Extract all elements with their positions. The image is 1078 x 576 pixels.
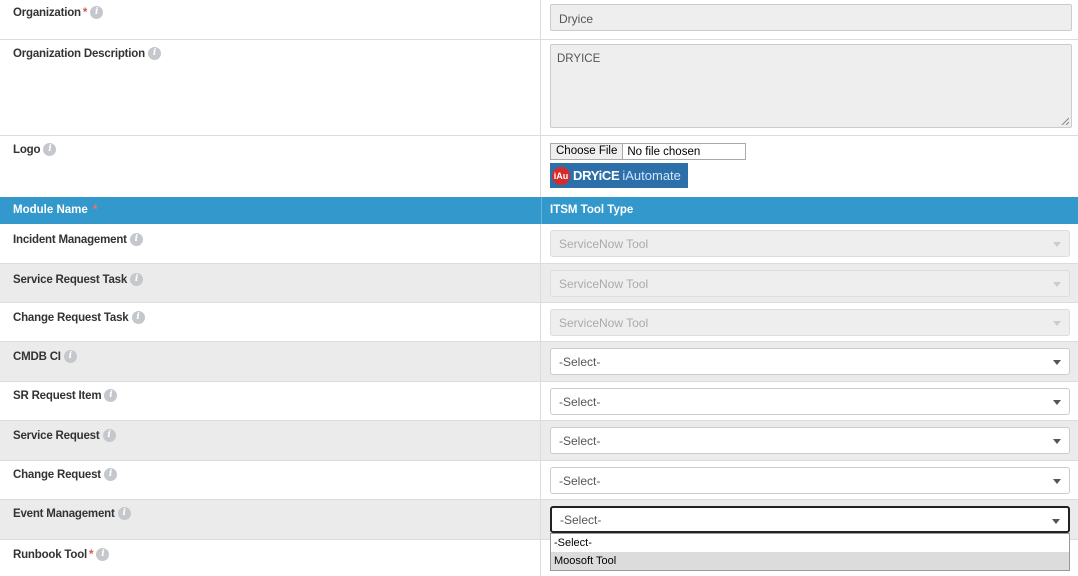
organization-description-label: Organization Description i bbox=[13, 47, 161, 60]
logo-row: Logo i Choose File No file chosen iAu DRY… bbox=[0, 136, 1078, 197]
info-icon[interactable]: i bbox=[131, 311, 145, 324]
itsm-tool-type-header: ITSM Tool Type bbox=[550, 204, 634, 216]
caret-down-icon bbox=[1053, 360, 1061, 365]
organization-label: Organization * i bbox=[13, 6, 104, 19]
caret-down-icon bbox=[1053, 439, 1061, 444]
header-divider bbox=[541, 197, 542, 224]
info-icon[interactable]: i bbox=[43, 143, 57, 156]
module-row-change-request: Change Request i -Select- bbox=[0, 461, 1078, 500]
event-management-dropdown-list: -Select- Moosoft Tool bbox=[550, 533, 1070, 571]
organization-row: Organization * i Dryice bbox=[0, 0, 1078, 40]
module-label: Change Request Task bbox=[13, 311, 129, 324]
organization-description-textarea[interactable]: DRYICE bbox=[550, 44, 1072, 128]
choose-file-button[interactable]: Choose File bbox=[551, 144, 624, 159]
file-status-text: No file chosen bbox=[627, 145, 701, 158]
info-icon[interactable]: i bbox=[63, 350, 77, 363]
caret-down-icon bbox=[1053, 242, 1061, 247]
module-label: Incident Management bbox=[13, 233, 127, 246]
caret-down-icon bbox=[1053, 321, 1061, 326]
sr-request-item-select[interactable]: -Select- bbox=[550, 388, 1070, 415]
module-name-header: Module Name * bbox=[13, 204, 98, 216]
incident-management-select: ServiceNow Tool bbox=[550, 230, 1070, 257]
module-label: Change Request bbox=[13, 468, 101, 481]
service-request-select[interactable]: -Select- bbox=[550, 427, 1070, 454]
caret-down-icon bbox=[1053, 479, 1061, 484]
module-label: SR Request Item bbox=[13, 389, 102, 402]
info-icon[interactable]: i bbox=[102, 429, 116, 442]
resize-grip-icon[interactable] bbox=[1061, 117, 1069, 125]
required-asterisk: * bbox=[82, 6, 88, 19]
change-request-select[interactable]: -Select- bbox=[550, 467, 1070, 494]
organization-input[interactable]: Dryice bbox=[550, 4, 1072, 31]
required-asterisk: * bbox=[89, 548, 94, 561]
module-row-cmdb-ci: CMDB CI i -Select- bbox=[0, 342, 1078, 382]
organization-description-row: Organization Description i DRYICE bbox=[0, 40, 1078, 136]
info-icon[interactable]: i bbox=[96, 548, 110, 561]
info-icon[interactable]: i bbox=[90, 6, 104, 19]
change-request-task-select: ServiceNow Tool bbox=[550, 309, 1070, 336]
logo-brand-text: DRYiCE bbox=[573, 168, 620, 183]
module-row-sr-request-item: SR Request Item i -Select- bbox=[0, 382, 1078, 421]
dropdown-option-moosoft-tool[interactable]: Moosoft Tool bbox=[551, 552, 1069, 570]
module-table-header: Module Name * ITSM Tool Type bbox=[0, 197, 1078, 224]
logo-file-input[interactable]: Choose File No file chosen bbox=[550, 143, 746, 160]
module-label: Service Request bbox=[13, 429, 100, 442]
organization-logo-image: iAu DRYiCE iAutomate bbox=[550, 163, 688, 188]
module-row-service-request: Service Request i -Select- bbox=[0, 421, 1078, 461]
module-row-change-request-task: Change Request Task i ServiceNow Tool bbox=[0, 303, 1078, 342]
info-icon[interactable]: i bbox=[117, 507, 131, 520]
caret-down-icon bbox=[1053, 400, 1061, 405]
event-management-select[interactable]: -Select- bbox=[550, 506, 1070, 533]
module-label: CMDB CI bbox=[13, 350, 61, 363]
module-label: Event Management bbox=[13, 507, 115, 520]
info-icon[interactable]: i bbox=[103, 468, 117, 481]
dropdown-option-select[interactable]: -Select- bbox=[551, 534, 1069, 552]
info-icon[interactable]: i bbox=[129, 233, 143, 246]
logo-label: Logo i bbox=[13, 143, 57, 156]
info-icon[interactable]: i bbox=[104, 389, 118, 402]
info-icon[interactable]: i bbox=[147, 47, 161, 60]
runbook-tool-label: Runbook Tool bbox=[13, 548, 88, 561]
caret-down-icon bbox=[1053, 282, 1061, 287]
service-request-task-select: ServiceNow Tool bbox=[550, 270, 1070, 297]
logo-badge: iAu bbox=[552, 166, 570, 185]
required-asterisk: * bbox=[92, 204, 98, 216]
module-row-service-request-task: Service Request Task i ServiceNow Tool bbox=[0, 264, 1078, 303]
info-icon[interactable]: i bbox=[130, 273, 144, 286]
module-label: Service Request Task bbox=[13, 273, 128, 286]
logo-product-text: iAutomate bbox=[622, 168, 681, 183]
module-row-incident-management: Incident Management i ServiceNow Tool bbox=[0, 224, 1078, 264]
cmdb-ci-select[interactable]: -Select- bbox=[550, 348, 1070, 375]
caret-down-icon bbox=[1052, 519, 1060, 524]
